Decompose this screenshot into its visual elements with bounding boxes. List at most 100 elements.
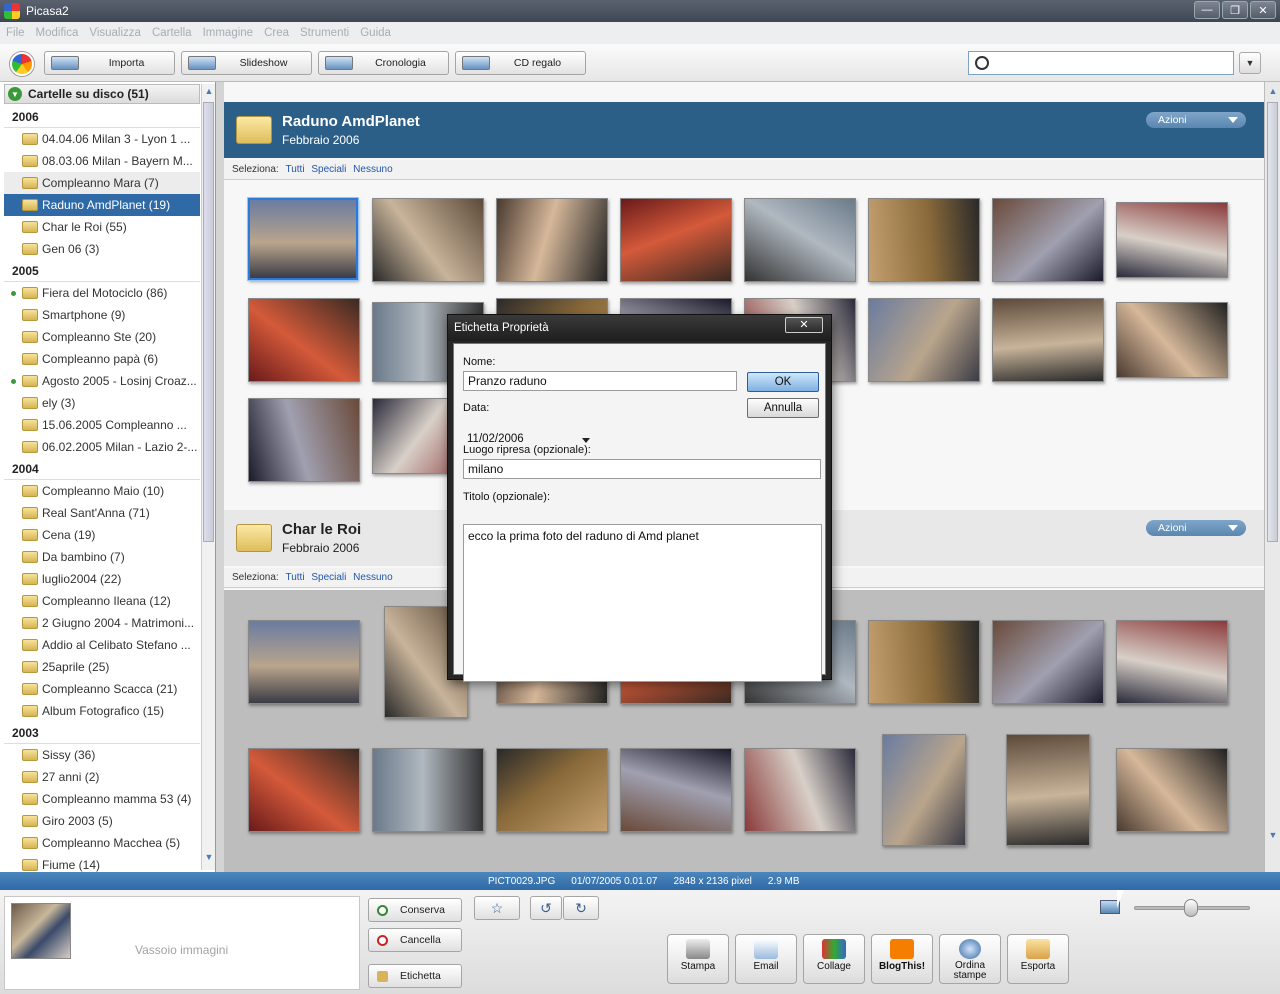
select-all-link[interactable]: Tutti [285, 164, 304, 175]
folder-item[interactable]: Compleanno papà (6) [4, 348, 200, 370]
photo-thumbnail[interactable] [372, 748, 484, 832]
close-window-button[interactable]: ✕ [1250, 1, 1276, 19]
photo-thumbnail[interactable] [248, 398, 360, 482]
menu-immagine[interactable]: Immagine [203, 27, 254, 39]
folder-item[interactable]: luglio2004 (22) [4, 568, 200, 590]
photo-thumbnail[interactable] [620, 748, 732, 832]
import-button[interactable]: Importa [44, 51, 175, 75]
folder-item[interactable]: Compleanno Ileana (12) [4, 590, 200, 612]
folder-item[interactable]: Gen 06 (3) [4, 238, 200, 260]
photo-thumbnail[interactable] [868, 298, 980, 382]
menu-guida[interactable]: Guida [360, 27, 391, 39]
search-input[interactable] [995, 53, 1233, 73]
folder-item[interactable]: Agosto 2005 - Losinj Croaz... [4, 370, 200, 392]
photo-thumbnail[interactable] [248, 748, 360, 832]
menu-modifica[interactable]: Modifica [36, 27, 79, 39]
rotate-left-button[interactable]: ↺ [530, 896, 562, 920]
select-special-link[interactable]: Speciali [311, 572, 346, 583]
scroll-up-icon[interactable]: ▲ [203, 86, 215, 100]
export-button[interactable]: Esporta [1007, 934, 1069, 984]
folder-item[interactable]: Real Sant'Anna (71) [4, 502, 200, 524]
folder-item[interactable]: 06.02.2005 Milan - Lazio 2-... [4, 436, 200, 458]
folder-item[interactable]: Compleanno Mara (7) [4, 172, 200, 194]
clear-button[interactable]: Cancella [368, 928, 462, 952]
gift-cd-button[interactable]: CD regalo [455, 51, 586, 75]
collapse-icon[interactable]: ▼ [8, 87, 22, 101]
folder-item[interactable]: Giro 2003 (5) [4, 810, 200, 832]
keep-button[interactable]: Conserva [368, 898, 462, 922]
search-box[interactable] [968, 51, 1234, 75]
scroll-down-icon[interactable]: ▼ [203, 852, 215, 866]
folder-item[interactable]: Da bambino (7) [4, 546, 200, 568]
scroll-down-icon[interactable]: ▼ [1267, 830, 1279, 844]
place-field[interactable]: milano [463, 459, 821, 479]
cancel-button[interactable]: Annulla [747, 398, 819, 418]
actions-dropdown[interactable]: Azioni [1146, 112, 1246, 128]
photo-thumbnail[interactable] [744, 198, 856, 282]
print-button[interactable]: Stampa [667, 934, 729, 984]
photo-thumbnail[interactable] [247, 197, 359, 281]
search-options-button[interactable]: ▼ [1239, 52, 1261, 74]
blogthis-button[interactable]: BlogThis! [871, 934, 933, 984]
photo-thumbnail[interactable] [992, 198, 1104, 282]
order-prints-button[interactable]: Ordina stampe [939, 934, 1001, 984]
ok-button[interactable]: OK [747, 372, 819, 392]
photo-thumbnail[interactable] [992, 298, 1104, 382]
folder-item[interactable]: 2 Giugno 2004 - Matrimoni... [4, 612, 200, 634]
folder-item[interactable]: Fiera del Motociclo (86) [4, 282, 200, 304]
folder-item[interactable]: Addio al Celibato Stefano ... [4, 634, 200, 656]
actions-dropdown[interactable]: Azioni [1146, 520, 1246, 536]
menu-file[interactable]: File [6, 27, 25, 39]
scroll-up-icon[interactable]: ▲ [1267, 86, 1279, 100]
folder-item[interactable]: ely (3) [4, 392, 200, 414]
folder-item[interactable]: Compleanno Macchea (5) [4, 832, 200, 854]
folder-item[interactable]: Compleanno Maio (10) [4, 480, 200, 502]
rotate-right-button[interactable]: ↻ [563, 896, 599, 920]
zoom-slider-handle[interactable] [1184, 899, 1198, 917]
slideshow-button[interactable]: Slideshow [181, 51, 312, 75]
photo-thumbnail[interactable] [1116, 620, 1228, 704]
select-none-link[interactable]: Nessuno [353, 572, 392, 583]
photo-thumbnail[interactable] [868, 620, 980, 704]
photo-thumbnail[interactable] [248, 298, 360, 382]
folder-item[interactable]: 27 anni (2) [4, 766, 200, 788]
folder-item[interactable]: Cena (19) [4, 524, 200, 546]
folder-item[interactable]: Album Fotografico (15) [4, 700, 200, 722]
folder-item[interactable]: Char le Roi (55) [4, 216, 200, 238]
caption-textarea[interactable]: ecco la prima foto del raduno di Amd pla… [463, 524, 822, 682]
menu-strumenti[interactable]: Strumenti [300, 27, 349, 39]
collage-button[interactable]: Collage [803, 934, 865, 984]
scrollbar-thumb[interactable] [1267, 102, 1278, 542]
maximize-button[interactable]: ❐ [1222, 1, 1248, 19]
photo-thumbnail[interactable] [992, 620, 1104, 704]
menu-visualizza[interactable]: Visualizza [89, 27, 141, 39]
folder-item[interactable]: Compleanno Scacca (21) [4, 678, 200, 700]
menu-crea[interactable]: Crea [264, 27, 289, 39]
folder-item[interactable]: 15.06.2005 Compleanno ... [4, 414, 200, 436]
select-special-link[interactable]: Speciali [311, 164, 346, 175]
folder-item[interactable]: 04.04.06 Milan 3 - Lyon 1 ... [4, 128, 200, 150]
dialog-close-button[interactable]: ✕ [785, 317, 823, 333]
folder-panel-header[interactable]: ▼ Cartelle su disco (51) [4, 84, 200, 104]
select-none-link[interactable]: Nessuno [353, 164, 392, 175]
photo-thumbnail[interactable] [248, 620, 360, 704]
minimize-button[interactable]: — [1194, 1, 1220, 19]
photo-thumbnail[interactable] [1006, 734, 1090, 846]
photo-thumbnail[interactable] [868, 198, 980, 282]
name-field[interactable]: Pranzo raduno [463, 371, 737, 391]
folder-item-selected[interactable]: Raduno AmdPlanet (19) [4, 194, 200, 216]
photo-thumbnail[interactable] [744, 748, 856, 832]
timeline-button[interactable]: Cronologia [318, 51, 449, 75]
photo-thumbnail[interactable] [372, 198, 484, 282]
photo-thumbnail[interactable] [882, 734, 966, 846]
tray-thumbnail[interactable] [11, 903, 71, 959]
menu-cartella[interactable]: Cartella [152, 27, 192, 39]
star-button[interactable]: ☆ [474, 896, 520, 920]
folder-item[interactable]: Sissy (36) [4, 744, 200, 766]
library-scrollbar[interactable]: ▲ ▼ [1264, 82, 1280, 872]
scrollbar-thumb[interactable] [203, 102, 214, 542]
photo-thumbnail[interactable] [1116, 748, 1228, 832]
select-all-link[interactable]: Tutti [285, 572, 304, 583]
photo-thumbnail[interactable] [1116, 202, 1228, 278]
folder-item[interactable]: Compleanno mamma 53 (4) [4, 788, 200, 810]
